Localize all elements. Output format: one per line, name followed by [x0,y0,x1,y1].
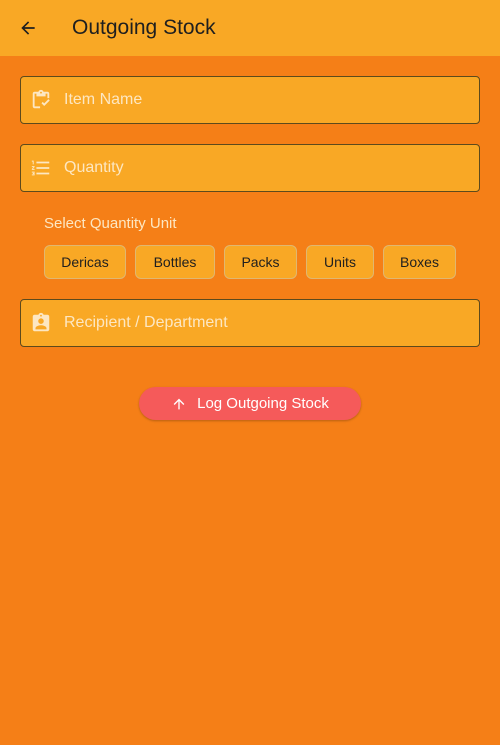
clipboard-check-icon [30,89,52,111]
recipient-placeholder: Recipient / Department [64,314,228,331]
quantity-placeholder: Quantity [64,159,124,176]
app-bar: Outgoing Stock [0,0,500,56]
back-button[interactable] [12,12,44,44]
recipient-field[interactable]: Recipient / Department [20,299,480,347]
unit-chip-boxes[interactable]: Boxes [383,245,456,279]
list-icon [30,157,52,179]
unit-chip-dericas[interactable]: Dericas [44,245,126,279]
arrow-upward-icon [171,396,187,412]
arrow-back-icon [21,21,35,35]
unit-chip-packs[interactable]: Packs [224,245,297,279]
item-name-field[interactable]: Item Name [20,76,480,124]
page-title: Outgoing Stock [72,16,216,39]
assignment-ind-icon [30,312,52,334]
unit-section-label: Select Quantity Unit [44,215,177,232]
log-outgoing-stock-button[interactable]: Log Outgoing Stock [139,387,361,420]
quantity-field[interactable]: Quantity [20,144,480,192]
log-button-label: Log Outgoing Stock [197,395,329,412]
item-name-placeholder: Item Name [64,91,143,108]
unit-chip-bottles[interactable]: Bottles [135,245,215,279]
unit-chip-units[interactable]: Units [306,245,374,279]
